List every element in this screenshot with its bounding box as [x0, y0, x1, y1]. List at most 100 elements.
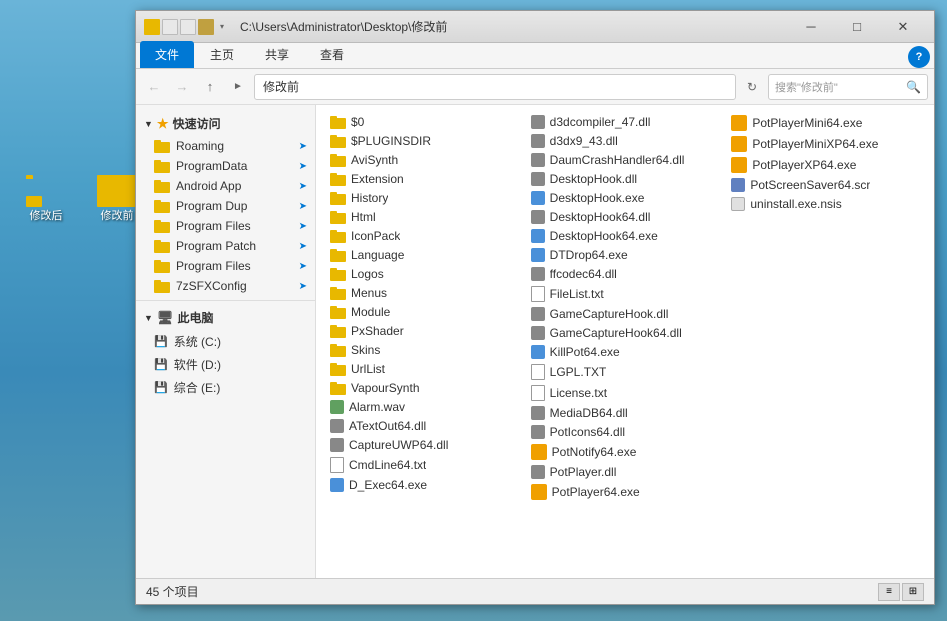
sidebar-item-android[interactable]: Android App ➤: [136, 176, 315, 196]
dll-icon: [531, 153, 545, 167]
address-path-text: 修改前: [263, 78, 299, 95]
desktop-icon-after[interactable]: 修改后: [14, 175, 78, 223]
sidebar-item-drive-d[interactable]: 💾 软件 (D:): [136, 353, 315, 376]
file-column-3: PotPlayerMini64.exe PotPlayerMiniXP64.ex…: [725, 113, 926, 502]
txt-icon: [330, 457, 344, 473]
address-path[interactable]: 修改前: [254, 74, 736, 100]
file-item[interactable]: DesktopHook64.dll: [525, 208, 726, 226]
file-item[interactable]: DesktopHook.dll: [525, 170, 726, 188]
file-item[interactable]: Extension: [324, 170, 525, 188]
file-item[interactable]: LGPL.TXT: [525, 362, 726, 382]
file-item[interactable]: DTDrop64.exe: [525, 246, 726, 264]
file-name: DesktopHook.dll: [550, 172, 637, 186]
search-icon: 🔍: [906, 80, 921, 94]
sidebar-divider: [136, 300, 315, 301]
sidebar-item-label: ProgramData: [176, 159, 247, 173]
file-item[interactable]: Logos: [324, 265, 525, 283]
file-item[interactable]: PotScreenSaver64.scr: [725, 176, 926, 194]
sidebar-item-programfiles1[interactable]: Program Files ➤: [136, 216, 315, 236]
file-item[interactable]: PxShader: [324, 322, 525, 340]
file-name: GameCaptureHook64.dll: [550, 326, 682, 340]
file-item[interactable]: $PLUGINSDIR: [324, 132, 525, 150]
sidebar-item-7z[interactable]: 7zSFXConfig ➤: [136, 276, 315, 296]
file-item[interactable]: CaptureUWP64.dll: [324, 436, 525, 454]
file-item[interactable]: D_Exec64.exe: [324, 476, 525, 494]
file-item[interactable]: MediaDB64.dll: [525, 404, 726, 422]
file-item[interactable]: License.txt: [525, 383, 726, 403]
file-item[interactable]: PotNotify64.exe: [525, 442, 726, 462]
quick-access-icon: ★: [157, 116, 169, 132]
sidebar-item-programdata[interactable]: ProgramData ➤: [136, 156, 315, 176]
back-button[interactable]: ←: [142, 75, 166, 99]
folder-icon: [154, 260, 170, 273]
file-item[interactable]: ffcodec64.dll: [525, 265, 726, 283]
sidebar-item-programdup[interactable]: Program Dup ➤: [136, 196, 315, 216]
minimize-button[interactable]: ─: [788, 11, 834, 43]
file-name: DesktopHook64.dll: [550, 210, 651, 224]
file-item[interactable]: PotIcons64.dll: [525, 423, 726, 441]
file-item[interactable]: uninstall.exe.nsis: [725, 195, 926, 213]
file-item[interactable]: DesktopHook64.exe: [525, 227, 726, 245]
file-item[interactable]: UrlList: [324, 360, 525, 378]
file-item[interactable]: AviSynth: [324, 151, 525, 169]
up-button[interactable]: ↑: [198, 75, 222, 99]
quick-access-section[interactable]: ▼ ★ 快速访问: [136, 111, 315, 136]
close-button[interactable]: ✕: [880, 11, 926, 43]
tab-share[interactable]: 共享: [250, 41, 304, 68]
maximize-button[interactable]: □: [834, 11, 880, 43]
file-item[interactable]: CmdLine64.txt: [324, 455, 525, 475]
file-item[interactable]: GameCaptureHook.dll: [525, 305, 726, 323]
file-item[interactable]: PotPlayerMini64.exe: [725, 113, 926, 133]
search-box[interactable]: 搜索"修改前" 🔍: [768, 74, 928, 100]
file-name: CmdLine64.txt: [349, 458, 426, 472]
sidebar-item-programfiles2[interactable]: Program Files ➤: [136, 256, 315, 276]
title-icon-2: [162, 19, 178, 35]
file-item[interactable]: PotPlayerMiniXP64.exe: [725, 134, 926, 154]
sidebar-item-roaming[interactable]: Roaming ➤: [136, 136, 315, 156]
file-item[interactable]: $0: [324, 113, 525, 131]
file-item[interactable]: DesktopHook.exe: [525, 189, 726, 207]
view-list-button[interactable]: ≡: [878, 583, 900, 601]
file-item[interactable]: ATextOut64.dll: [324, 417, 525, 435]
file-item[interactable]: PotPlayer64.exe: [525, 482, 726, 502]
file-item[interactable]: d3dcompiler_47.dll: [525, 113, 726, 131]
file-name: DTDrop64.exe: [550, 248, 628, 262]
file-item[interactable]: Language: [324, 246, 525, 264]
file-item[interactable]: DaumCrashHandler64.dll: [525, 151, 726, 169]
sidebar-item-programpatch[interactable]: Program Patch ➤: [136, 236, 315, 256]
file-name: PotPlayerMini64.exe: [752, 116, 862, 130]
file-item[interactable]: d3dx9_43.dll: [525, 132, 726, 150]
tab-file[interactable]: 文件: [140, 41, 194, 68]
refresh-button[interactable]: ↻: [740, 75, 764, 99]
file-name: PotIcons64.dll: [550, 425, 625, 439]
file-item[interactable]: Alarm.wav: [324, 398, 525, 416]
exe-icon: [330, 478, 344, 492]
file-item[interactable]: Module: [324, 303, 525, 321]
file-item[interactable]: Menus: [324, 284, 525, 302]
file-item[interactable]: IconPack: [324, 227, 525, 245]
file-name: PotNotify64.exe: [552, 445, 637, 459]
this-pc-section[interactable]: ▼ 🖥 此电脑: [136, 305, 315, 330]
file-item[interactable]: VapourSynth: [324, 379, 525, 397]
file-item[interactable]: Skins: [324, 341, 525, 359]
file-item[interactable]: PotPlayer.dll: [525, 463, 726, 481]
sidebar-item-drive-e[interactable]: 💾 综合 (E:): [136, 376, 315, 399]
sidebar-item-drive-c[interactable]: 💾 系统 (C:): [136, 330, 315, 353]
view-buttons: ≡ ⊞: [878, 583, 924, 601]
view-grid-button[interactable]: ⊞: [902, 583, 924, 601]
file-item[interactable]: GameCaptureHook64.dll: [525, 324, 726, 342]
folder-icon: [330, 249, 346, 262]
file-item[interactable]: PotPlayerXP64.exe: [725, 155, 926, 175]
path-arrow[interactable]: ►: [226, 75, 250, 99]
file-item[interactable]: Html: [324, 208, 525, 226]
tab-view[interactable]: 查看: [305, 41, 359, 68]
scr-icon: [731, 178, 745, 192]
file-item[interactable]: KillPot64.exe: [525, 343, 726, 361]
help-button[interactable]: ?: [908, 46, 930, 68]
folder-icon: [154, 140, 170, 153]
pin-icon: ➤: [299, 201, 307, 212]
file-item[interactable]: History: [324, 189, 525, 207]
file-item[interactable]: FileList.txt: [525, 284, 726, 304]
forward-button[interactable]: →: [170, 75, 194, 99]
tab-home[interactable]: 主页: [195, 41, 249, 68]
